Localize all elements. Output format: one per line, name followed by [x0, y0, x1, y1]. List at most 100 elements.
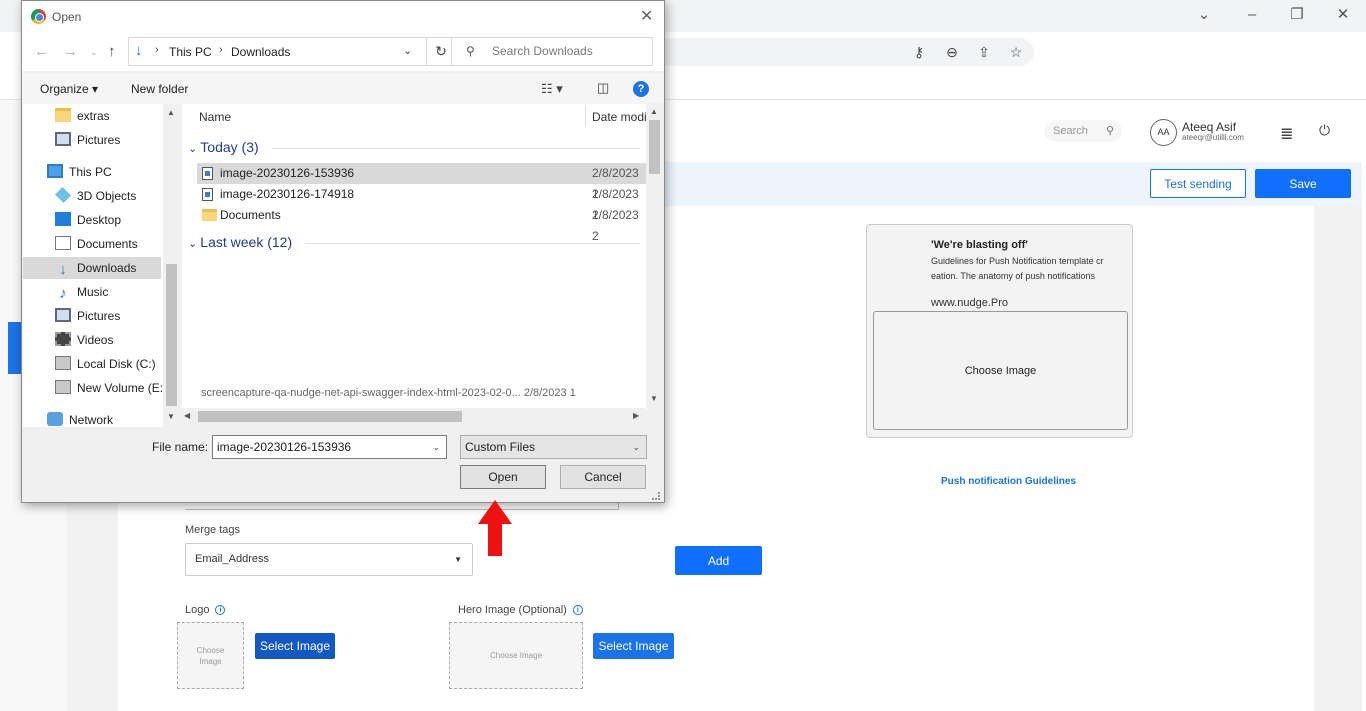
push-guidelines-link[interactable]: Push notification Guidelines: [941, 476, 1076, 487]
close-window-icon[interactable]: ✕: [1333, 6, 1353, 24]
file-scroll-thumb[interactable]: [649, 120, 660, 174]
avatar[interactable]: AA: [1150, 119, 1177, 146]
info-icon[interactable]: i: [215, 605, 226, 615]
hero-image-slot[interactable]: Choose Image: [449, 622, 583, 689]
resize-grip-icon[interactable]: [652, 492, 660, 500]
nav-item-new-volume[interactable]: New Volume (E:): [23, 377, 167, 399]
hero-select-image-button[interactable]: Select Image: [593, 633, 674, 659]
chevron-down-icon[interactable]: ⌄: [403, 44, 412, 57]
share-icon[interactable]: ⇪: [975, 43, 993, 61]
scroll-up-icon[interactable]: ▲: [650, 107, 658, 116]
up-arrow-icon[interactable]: ↑: [108, 43, 116, 60]
zoom-icon[interactable]: ⊖: [943, 43, 961, 61]
folder-icon: [202, 209, 217, 221]
minimize-icon[interactable]: –: [1242, 6, 1262, 24]
nav-item-label: This PC: [69, 165, 112, 179]
scroll-left-icon[interactable]: ◀: [184, 411, 190, 420]
help-icon[interactable]: ?: [633, 81, 649, 97]
column-divider[interactable]: [585, 105, 586, 127]
file-row[interactable]: image-20230126-174918 2/8/2023 1: [197, 184, 647, 222]
nav-pane-scrollbar[interactable]: ▲ ▼: [163, 104, 180, 427]
file-row[interactable]: image-20230126-153936 2/8/2023 1: [197, 163, 647, 201]
nav-item-music[interactable]: ♪ Music: [23, 281, 108, 303]
nav-item-this-pc[interactable]: This PC: [23, 161, 112, 183]
nav-item-extras[interactable]: extras: [23, 105, 110, 127]
scroll-up-icon[interactable]: ▲: [167, 108, 175, 117]
menu-icon[interactable]: ≣: [1280, 124, 1293, 144]
preview-pane-icon[interactable]: ◫: [597, 80, 609, 96]
star-icon[interactable]: ☆: [1007, 43, 1025, 61]
back-arrow-icon[interactable]: ←: [34, 43, 49, 60]
logo-select-image-button[interactable]: Select Image: [255, 633, 335, 659]
scroll-down-icon[interactable]: ▼: [650, 394, 658, 403]
info-icon[interactable]: i: [572, 605, 583, 615]
file-row[interactable]: Documents 2/8/2023 2: [197, 205, 647, 243]
column-date-modified[interactable]: Date modi: [592, 110, 646, 124]
documents-icon: [55, 236, 71, 250]
key-icon[interactable]: ⚷: [910, 43, 928, 61]
scroll-down-icon[interactable]: ▼: [167, 412, 175, 421]
organize-button[interactable]: Organize ▾: [40, 82, 98, 96]
power-icon[interactable]: ⏻: [1319, 122, 1330, 139]
address-bar[interactable]: [600, 38, 1034, 66]
file-row-partial[interactable]: screencapture-qa-nudge-net-api-swagger-i…: [201, 387, 647, 399]
preview-choose-image[interactable]: Choose Image: [873, 311, 1128, 430]
chevron-down-icon[interactable]: ⌄: [432, 436, 440, 458]
nav-item-network[interactable]: Network: [23, 409, 113, 431]
search-icon: ⚲: [1105, 125, 1114, 137]
tab-search-icon[interactable]: ⌄: [1194, 6, 1214, 24]
file-name: image-20230126-153936: [220, 166, 355, 180]
cancel-button[interactable]: Cancel: [560, 465, 646, 489]
hscroll-thumb[interactable]: [198, 411, 462, 422]
forward-arrow-icon[interactable]: →: [63, 43, 78, 60]
breadcrumb-this-pc[interactable]: This PC: [169, 45, 212, 59]
red-arrow-annotation: [478, 500, 512, 556]
nav-item-label: Music: [77, 285, 109, 299]
test-sending-button[interactable]: Test sending: [1150, 169, 1246, 198]
nav-scroll-thumb[interactable]: [166, 264, 177, 406]
new-folder-button[interactable]: New folder: [131, 82, 188, 96]
nav-item-label: Videos: [77, 333, 114, 347]
music-icon: ♪: [59, 285, 67, 302]
view-options-icon[interactable]: ☷ ▾: [541, 81, 563, 97]
open-button[interactable]: Open: [460, 465, 546, 489]
breadcrumb-downloads[interactable]: Downloads: [231, 45, 290, 59]
address-path[interactable]: ↓ › This PC › Downloads ⌄: [128, 37, 427, 66]
nav-item-3d-objects[interactable]: 3D Objects: [23, 185, 136, 207]
add-merge-tag-button[interactable]: Add: [675, 546, 762, 575]
group-last-week[interactable]: ⌄ Last week (12): [188, 234, 292, 250]
caret-down-icon: ▼: [454, 555, 462, 564]
restore-icon[interactable]: ❐: [1287, 6, 1307, 24]
file-name-input[interactable]: image-20230126-153936 ⌄: [212, 435, 447, 459]
open-file-dialog: Open ✕ ← → ⌄ ↑ ↓ › This PC › Downloads ⌄…: [21, 0, 665, 503]
nav-item-local-disk[interactable]: Local Disk (C:): [23, 353, 156, 375]
scroll-right-icon[interactable]: ▶: [633, 411, 639, 420]
nav-item-label: Network: [69, 413, 114, 427]
search-downloads-input[interactable]: ⚲ Search Downloads: [451, 37, 653, 66]
logo-image-slot[interactable]: Choose Image: [177, 622, 244, 689]
file-list-hscroll[interactable]: ◀ ▶: [180, 408, 646, 425]
search-icon: ⚲: [466, 44, 475, 58]
app-search-input[interactable]: Search ⚲: [1044, 120, 1122, 142]
nav-item-label: Documents: [77, 237, 138, 251]
download-icon: ↓: [59, 261, 67, 278]
nav-item-downloads[interactable]: ↓ Downloads: [23, 257, 161, 279]
nav-item-desktop[interactable]: Desktop: [23, 209, 121, 231]
nav-item-label: Downloads: [77, 261, 137, 275]
nav-item-label: Pictures: [77, 133, 121, 147]
group-today[interactable]: ⌄ Today (3): [188, 139, 259, 155]
close-icon[interactable]: ✕: [640, 6, 653, 26]
nav-item-pictures-2[interactable]: Pictures: [23, 305, 120, 327]
nav-item-videos[interactable]: Videos: [23, 329, 113, 351]
nav-item-pictures[interactable]: Pictures: [23, 129, 120, 151]
column-name[interactable]: Name: [199, 110, 231, 124]
file-list-vscroll[interactable]: ▲ ▼: [646, 103, 663, 408]
recent-locations-icon[interactable]: ⌄: [90, 47, 98, 58]
sidebar-active-item[interactable]: [8, 322, 22, 374]
file-type-select[interactable]: Custom Files ⌄: [460, 435, 647, 459]
nav-item-documents[interactable]: Documents: [23, 233, 138, 255]
nav-item-label: New Volume (E:): [77, 381, 168, 395]
merge-tags-select[interactable]: Email_Address ▼: [185, 543, 473, 576]
group-today-label: Today (3): [200, 139, 259, 155]
save-button[interactable]: Save: [1255, 169, 1351, 198]
